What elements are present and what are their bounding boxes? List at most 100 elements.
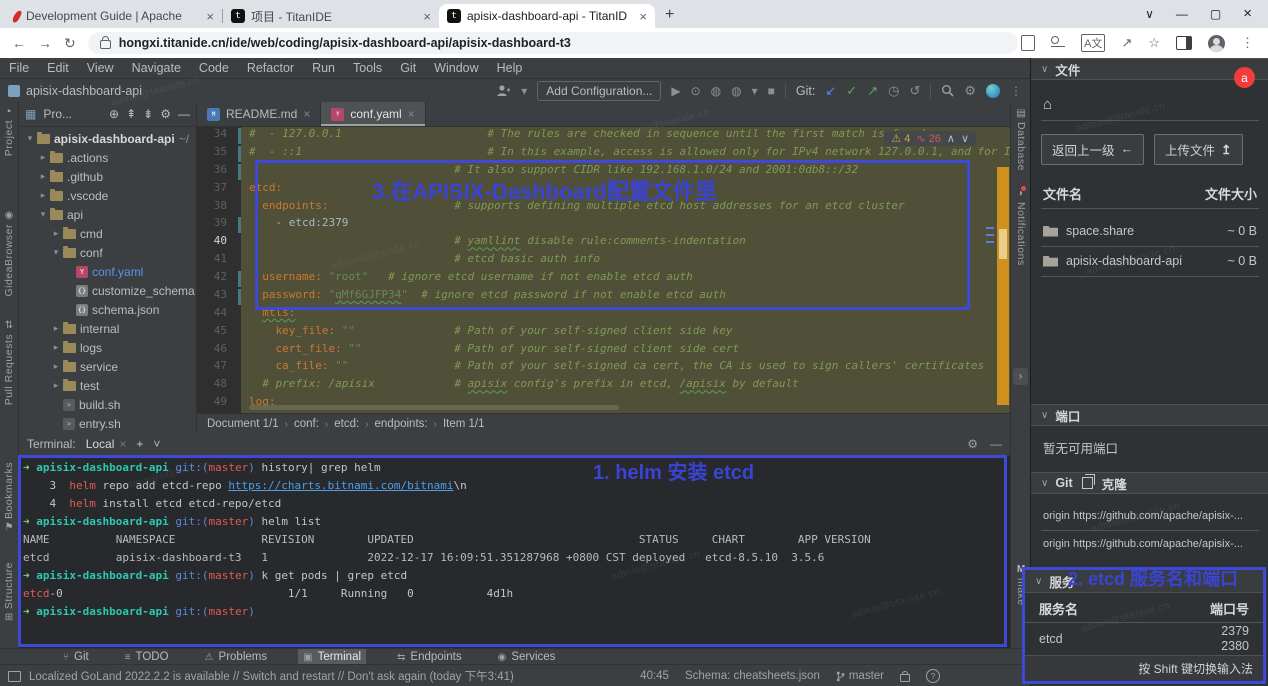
new-tab-button[interactable]: + — [655, 6, 684, 28]
code-line[interactable]: 42 username: "root" # ignore etcd userna… — [197, 270, 1010, 288]
sidebar-toggle-icon[interactable] — [1176, 36, 1192, 50]
code-line[interactable]: 45 key_file: "" # Path of your self-sign… — [197, 324, 1010, 342]
url-field[interactable]: hongxi.titanide.cn/ide/web/coding/apisix… — [88, 32, 1018, 54]
code-line[interactable]: 46 cert_file: "" # Path of your self-sig… — [197, 342, 1010, 360]
git-remote-row[interactable]: origin https://github.com/apache/apisix-… — [1031, 504, 1268, 528]
collaborator-icon[interactable] — [497, 84, 511, 97]
git-branch-indicator[interactable]: master — [836, 670, 884, 682]
files-home-row[interactable]: ⌂ — [1031, 92, 1268, 116]
settings-gear-icon[interactable]: ⚙ — [964, 83, 976, 99]
files-section-header[interactable]: ∨ 文件 — [1031, 58, 1268, 80]
readonly-lock-icon[interactable] — [900, 674, 910, 682]
tree-chevron-icon[interactable]: ▸ — [38, 190, 48, 201]
collaborator-dropdown-icon[interactable]: ▾ — [521, 84, 527, 98]
editor-tab-README-md[interactable]: MREADME.md× — [197, 102, 321, 126]
tool-tab-pull-requests[interactable]: ⇅Pull Requests — [0, 320, 18, 405]
tree-chevron-icon[interactable]: ▾ — [25, 133, 35, 144]
toolbar-more-icon[interactable]: ⋮ — [1010, 84, 1022, 98]
inspection-widget[interactable]: ⚠ 4 ∿ 26 ∧ ∨ — [884, 131, 976, 146]
browser-tab[interactable]: Development Guide | Apache× — [6, 4, 222, 28]
menu-item-tools[interactable]: Tools — [344, 61, 391, 75]
tree-item[interactable]: Yconf.yaml — [19, 262, 196, 281]
tool-window-button-git[interactable]: ⑂Git — [58, 649, 94, 665]
tree-item[interactable]: >entry.sh — [19, 414, 196, 433]
url-text[interactable]: hongxi.titanide.cn/ide/web/coding/apisix… — [119, 36, 571, 50]
project-panel-title[interactable]: Pro... — [43, 107, 72, 121]
event-log-icon[interactable] — [8, 671, 21, 682]
tool-tab-bookmarks[interactable]: Bookmarks⚑ — [0, 462, 18, 533]
window-chevron-icon[interactable]: ∨ — [1145, 7, 1154, 21]
tree-chevron-icon[interactable]: ▸ — [51, 361, 61, 372]
add-configuration-button[interactable]: Add Configuration... — [537, 81, 661, 101]
tool-window-button-endpoints[interactable]: ⇆Endpoints — [392, 649, 467, 665]
menu-item-view[interactable]: View — [78, 61, 123, 75]
code-area[interactable]: 34# - 127.0.0.1 # The rules are checked … — [197, 127, 1010, 413]
locate-target-icon[interactable]: ⊕ — [109, 107, 119, 121]
browser-menu-icon[interactable]: ⋮ — [1241, 35, 1254, 51]
terminal-output[interactable]: ➜ apisix-dashboard-api git:(master) hist… — [19, 456, 1010, 653]
window-close-icon[interactable]: × — [1243, 5, 1252, 22]
tree-item[interactable]: ▸.actions — [19, 148, 196, 167]
terminal-tab-local[interactable]: Local× — [86, 437, 127, 451]
tree-item[interactable]: >build.sh — [19, 395, 196, 414]
menu-item-code[interactable]: Code — [190, 61, 238, 75]
panel-minimize-icon[interactable]: — — [178, 107, 190, 121]
code-line[interactable]: 35# - ::1 # In this example, access is a… — [197, 145, 1010, 163]
password-key-icon[interactable] — [1051, 40, 1065, 47]
code-line[interactable]: 48 # prefix: /apisix # apisix config's p… — [197, 377, 1010, 395]
breadcrumb-item[interactable]: etcd: — [334, 418, 359, 430]
translate-icon[interactable]: A文 — [1081, 34, 1105, 52]
menu-item-file[interactable]: File — [0, 61, 38, 75]
code-line[interactable]: 43 password: "qMf6GJFP34" # ignore etcd … — [197, 288, 1010, 306]
upload-file-button[interactable]: 上传文件↥ — [1154, 134, 1243, 165]
panel-gear-icon[interactable]: ⚙ — [160, 107, 171, 121]
collapse-all-icon[interactable]: ⇟ — [143, 107, 153, 121]
terminal-minimize-icon[interactable]: — — [990, 437, 1002, 451]
window-maximize-icon[interactable]: ▢ — [1210, 7, 1221, 21]
breadcrumb-item[interactable]: Document 1/1 — [207, 418, 279, 430]
clipboard-icon[interactable] — [1021, 35, 1035, 51]
code-line[interactable]: 47 ca_file: "" # Path of your self-signe… — [197, 359, 1010, 377]
code-line[interactable]: 40 # yamllint disable rule:comments-inde… — [197, 234, 1010, 252]
share-icon[interactable]: ↗ — [1121, 35, 1132, 51]
menu-item-navigate[interactable]: Navigate — [123, 61, 190, 75]
project-breadcrumb[interactable]: apisix-dashboard-api — [26, 84, 142, 98]
tree-chevron-icon[interactable]: ▾ — [38, 209, 48, 220]
menu-item-git[interactable]: Git — [391, 61, 425, 75]
tab-close-icon[interactable]: × — [303, 107, 310, 121]
tool-window-button-problems[interactable]: ⚠Problems — [200, 649, 273, 665]
window-minimize-icon[interactable]: — — [1176, 7, 1188, 21]
tool-tab-structure[interactable]: Structure⊞ — [0, 562, 18, 623]
run-icon[interactable]: ▶ — [671, 84, 680, 98]
tab-close-icon[interactable]: × — [408, 107, 415, 121]
next-error-icon[interactable]: ∨ — [961, 132, 969, 145]
reload-icon[interactable]: ↻ — [64, 35, 76, 52]
tool-window-button-todo[interactable]: ≡TODO — [120, 649, 174, 665]
tool-tab-database[interactable]: ▤Database — [1011, 108, 1031, 171]
tool-window-button-services[interactable]: ◉Services — [493, 649, 561, 665]
expand-all-icon[interactable]: ⇞ — [126, 107, 136, 121]
back-icon[interactable]: ← — [12, 35, 26, 51]
editor-tab-conf-yaml[interactable]: Yconf.yaml× — [321, 102, 425, 126]
menu-item-edit[interactable]: Edit — [38, 61, 78, 75]
home-icon[interactable]: ⌂ — [1043, 96, 1052, 113]
tab-close-icon[interactable]: × — [639, 9, 647, 24]
git-push-icon[interactable]: ↗ — [867, 83, 878, 99]
scroll-marker-strip[interactable] — [996, 127, 1010, 413]
tree-item[interactable]: ▾apisix-dashboard-api ~/ — [19, 129, 196, 148]
service-row[interactable]: etcd23792380 — [1025, 622, 1263, 655]
tree-item[interactable]: ▾conf — [19, 243, 196, 262]
tool-window-button-terminal[interactable]: ▣Terminal — [298, 649, 366, 665]
stop-icon[interactable]: ■ — [768, 84, 775, 98]
tool-tab-gideabrowser[interactable]: ◉GideaBrowser — [0, 210, 18, 297]
profile-avatar[interactable] — [1208, 35, 1225, 52]
code-line[interactable]: 41 # etcd basic auth info — [197, 252, 1010, 270]
caret-position[interactable]: 40:45 — [640, 670, 669, 682]
back-level-button[interactable]: 返回上一级← — [1041, 134, 1144, 165]
schema-indicator[interactable]: Schema: cheatsheets.json — [685, 670, 820, 682]
breadcrumb-item[interactable]: endpoints: — [375, 418, 428, 430]
code-line[interactable]: 44 mtls: — [197, 306, 1010, 324]
breadcrumb-item[interactable]: Item 1/1 — [443, 418, 485, 430]
tree-chevron-icon[interactable]: ▸ — [51, 342, 61, 353]
tree-chevron-icon[interactable]: ▸ — [38, 171, 48, 182]
